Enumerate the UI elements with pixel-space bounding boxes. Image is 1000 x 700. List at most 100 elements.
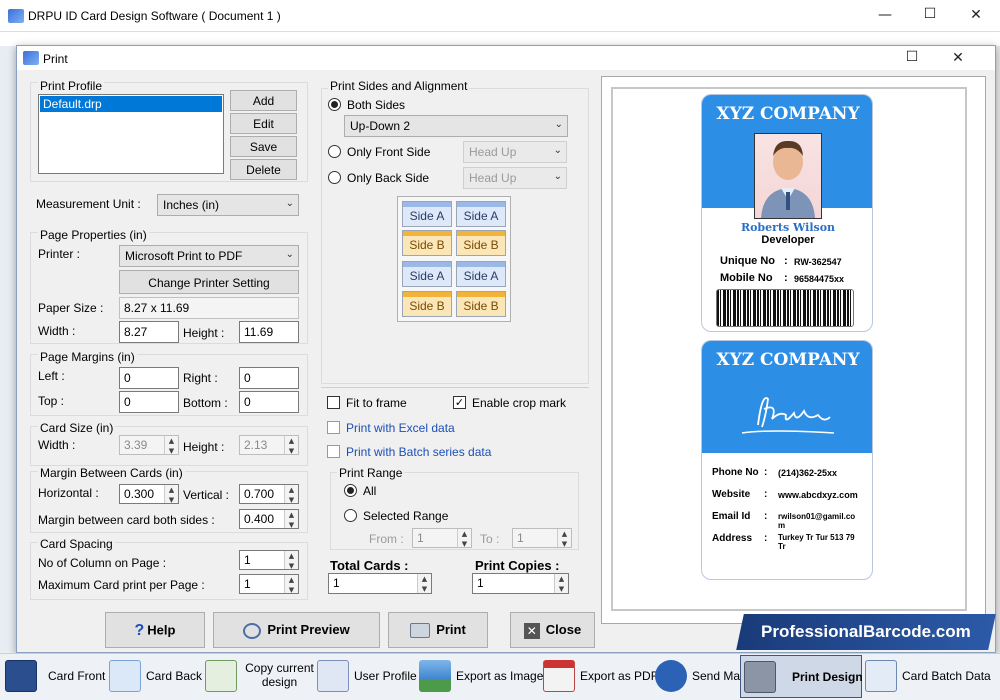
margin-right-input[interactable]: 0 [239,367,299,389]
spinner-icon: ▲ ▼ [557,529,571,547]
dialog-logo-icon [23,51,39,65]
print-copies-input[interactable]: 1 ▲ ▼ [472,573,569,594]
close-app-button[interactable]: ✕ [961,7,991,23]
close-icon: ✕ [523,622,540,639]
measurement-unit-select[interactable]: Inches (in) ⌄ [157,194,299,216]
change-printer-setting-button[interactable]: Change Printer Setting [119,270,299,294]
print-design-icon [744,661,776,693]
range-all-radio[interactable] [344,484,357,497]
fit-to-frame-checkbox[interactable] [327,396,340,409]
taskbar-user-profile[interactable]: User Profile [314,655,417,698]
edit-profile-button[interactable]: Edit [230,113,297,134]
dialog-maximize-button[interactable]: ☐ [897,49,927,65]
delete-profile-button[interactable]: Delete [230,159,297,180]
printer-select[interactable]: Microsoft Print to PDF ⌄ [119,245,299,267]
range-from-label: From : [369,532,404,546]
taskbar-send-mail[interactable]: Send Mail [652,655,745,698]
taskbar-print-design[interactable]: Print Design [740,655,863,698]
colon: : [764,489,768,500]
page-width-input[interactable]: 8.27 [119,321,179,343]
both-sides-select[interactable]: Up-Down 2 ⌄ [344,115,568,137]
vertical-margin-value: 0.700 [244,487,275,501]
fit-to-frame-label: Fit to frame [346,396,407,410]
front-side-radio[interactable] [328,145,341,158]
margin-left-input[interactable]: 0 [119,367,179,389]
back-side-select: Head Up ⌄ [463,167,567,189]
horizontal-margin-input[interactable]: 0.300 ▲ ▼ [119,484,179,504]
taskbar-copy-design[interactable]: Copy current design [202,655,314,698]
max-cards-input[interactable]: 1 ▲ ▼ [239,574,299,594]
help-label: Help [147,622,176,638]
side-a-tile: Side A [402,201,452,227]
mobile-no-label: Mobile No [720,272,773,284]
taskbar-label: Card Back [146,669,203,683]
measurement-unit-value: Inches (in) [163,198,220,212]
card-back-preview: XYZ COMPANY Phone No : (214)362-25xx Web… [701,340,873,580]
minimize-button[interactable]: — [870,7,900,23]
batch-data-checkbox[interactable] [327,445,340,458]
page-height-input[interactable]: 11.69 [239,321,299,343]
save-profile-button[interactable]: Save [230,136,297,157]
print-button[interactable]: Print [388,612,488,648]
profile-list[interactable]: Default.drp [38,94,224,174]
spinner-icon: ▲ ▼ [164,436,178,454]
dialog-close-button[interactable]: ✕ [943,50,973,66]
columns-input[interactable]: 1 ▲ ▼ [239,550,299,570]
colon: : [784,255,788,267]
taskbar-card-batch[interactable]: Card Batch Data [862,655,998,698]
range-to-value: 1 [517,531,524,545]
spinner-icon: ▲ ▼ [457,529,471,547]
both-sides-radio[interactable] [328,98,341,111]
side-a-tile: Side A [456,261,506,287]
export-pdf-icon [543,660,575,692]
crop-mark-checkbox[interactable]: ✓ [453,396,466,409]
user-profile-icon [317,660,349,692]
chevron-down-icon: ⌄ [553,145,562,156]
colon: : [764,467,768,478]
taskbar-card-back[interactable]: Card Back [106,655,202,698]
signature-icon [741,397,835,434]
spinner-icon[interactable]: ▲ ▼ [284,510,298,528]
profile-item-default[interactable]: Default.drp [40,96,222,112]
spinner-icon[interactable]: ▲ ▼ [554,574,568,593]
dialog-title-bar: Print ☐ ✕ [17,46,995,70]
card-spacing-label: Card Spacing [38,537,115,551]
max-cards-value: 1 [244,577,251,591]
spinner-icon[interactable]: ▲ ▼ [417,574,431,593]
person-photo-icon [761,140,815,218]
paper-size-field: 8.27 x 11.69 [119,297,299,319]
measurement-unit-label: Measurement Unit : [36,197,141,211]
printer-icon [410,623,431,639]
mobile-no-value: 96584475xx [794,274,845,284]
excel-data-checkbox[interactable] [327,421,340,434]
total-cards-input[interactable]: 1 ▲ ▼ [328,573,432,594]
taskbar-export-image[interactable]: Export as Image [416,655,543,698]
print-preview-button[interactable]: Print Preview [213,612,380,648]
front-side-label: Only Front Side [347,145,431,159]
spinner-icon[interactable]: ▲ ▼ [284,575,298,593]
close-button[interactable]: ✕ Close [510,612,595,648]
card-height-input: 2.13 ▲ ▼ [239,435,299,455]
horizontal-margin-label: Horizontal : [38,486,99,500]
spinner-icon[interactable]: ▲ ▼ [164,485,178,503]
margin-top-input[interactable]: 0 [119,391,179,413]
vertical-margin-input[interactable]: 0.700 ▲ ▼ [239,484,299,504]
margin-bottom-input[interactable]: 0 [239,391,299,413]
spinner-icon[interactable]: ▲ ▼ [284,485,298,503]
card-batch-icon [865,660,897,692]
maximize-button[interactable]: ☐ [915,6,945,22]
back-side-radio[interactable] [328,171,341,184]
help-button[interactable]: ? Help [105,612,205,648]
side-a-tile: Side A [456,201,506,227]
print-sides-label: Print Sides and Alignment [328,79,470,93]
spinner-icon[interactable]: ▲ ▼ [284,551,298,569]
colon: : [784,272,788,284]
email-value: rwilson01@gamil.com [778,512,856,530]
range-selected-radio[interactable] [344,509,357,522]
add-profile-button[interactable]: Add [230,90,297,111]
front-side-value: Head Up [469,145,517,159]
side-b-tile: Side B [456,291,506,317]
both-sides-margin-input[interactable]: 0.400 ▲ ▼ [239,509,299,529]
taskbar-card-front[interactable]: Card Front [2,655,106,698]
taskbar-export-pdf[interactable]: Export as PDF [540,655,658,698]
